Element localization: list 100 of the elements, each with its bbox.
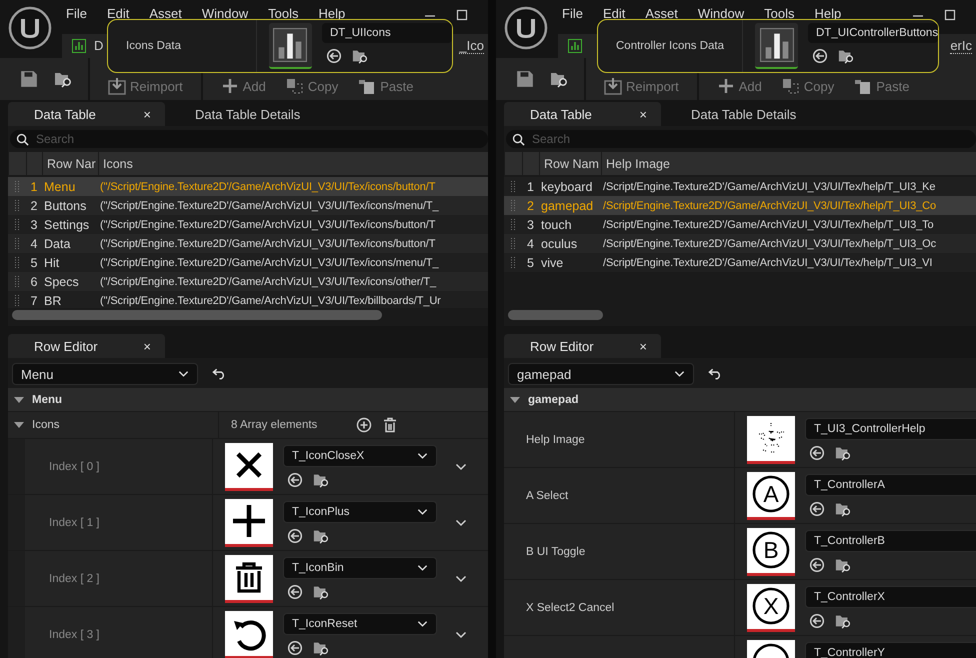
chevron-down-icon[interactable] — [455, 518, 467, 526]
folder-search-icon[interactable] — [352, 48, 368, 64]
table-row[interactable]: 2 Buttons ("/Script/Engine.Texture2D'/Game/ArchVizUI_V3/UI/Tex/icons/menu/T_ — [8, 196, 488, 215]
table-row[interactable]: 1 keyboard /Script/Engine.Texture2D'/Game/ArchVizUI_V3/UI/Tex/help/T_UI3_Ke — [504, 177, 976, 196]
tab[interactable]: Row Editor × — [504, 334, 661, 358]
menu-item[interactable]: Asset — [149, 6, 182, 21]
chevron-down-icon[interactable] — [455, 574, 467, 582]
table-row[interactable]: 4 Data ("/Script/Engine.Texture2D'/Game/ArchVizUI_V3/UI/Tex/icons/button/T — [8, 234, 488, 253]
asset-dropdown[interactable]: T_IconBin — [283, 557, 437, 579]
save-icon[interactable] — [20, 70, 38, 88]
maximize-icon[interactable] — [944, 9, 956, 21]
folder-search-icon[interactable] — [313, 584, 329, 600]
folder-search-icon[interactable] — [54, 70, 72, 88]
row-dropdown[interactable]: gamepad — [508, 363, 694, 385]
folder-search-icon[interactable] — [835, 557, 851, 573]
tab[interactable]: Data Table Details — [169, 102, 326, 126]
table-row[interactable]: 2 gamepad /Script/Engine.Texture2D'/Game/ArchVizUI_V3/UI/Tex/help/T_UI3_Co — [504, 196, 976, 215]
asset-dropdown[interactable]: T_IconCloseX — [283, 445, 437, 467]
row-dropdown[interactable]: Menu — [12, 363, 198, 385]
asset-dropdown[interactable]: T_UI3_ControllerHelp — [805, 418, 976, 440]
asset-dropdown[interactable]: T_ControllerY — [805, 642, 976, 658]
texture-thumbnail[interactable] — [225, 554, 273, 602]
column-header[interactable]: Row Nar — [42, 152, 98, 175]
asset-dropdown[interactable]: T_ControllerX — [805, 586, 976, 608]
menu-item[interactable]: Tools — [764, 6, 794, 21]
texture-thumbnail[interactable]: X — [747, 584, 795, 632]
arrow-left-circle-icon[interactable] — [287, 584, 303, 600]
table-row[interactable]: 4 oculus /Script/Engine.Texture2D'/Game/ArchVizUI_V3/UI/Tex/help/T_UI3_Oc — [504, 234, 976, 253]
tab[interactable]: Data Table × — [8, 102, 165, 126]
table-row[interactable]: 1 Menu ("/Script/Engine.Texture2D'/Game/ArchVizUI_V3/UI/Tex/icons/button/T — [8, 177, 488, 196]
asset-dropdown[interactable]: T_IconReset — [283, 613, 437, 635]
texture-thumbnail[interactable] — [225, 442, 273, 490]
tab[interactable]: Data Table Details — [665, 102, 822, 126]
menu-item[interactable]: Window — [698, 6, 744, 21]
texture-thumbnail[interactable] — [225, 610, 273, 658]
drag-handle-icon[interactable] — [510, 180, 516, 194]
asset-dropdown[interactable]: T_IconPlus — [283, 501, 437, 523]
column-header[interactable]: Row Nam — [539, 152, 601, 175]
drag-handle-icon[interactable] — [510, 236, 516, 250]
folder-search-icon[interactable] — [550, 70, 568, 88]
arrow-left-circle-icon[interactable] — [287, 472, 303, 488]
section-header[interactable]: gamepad — [504, 388, 976, 412]
arrow-left-circle-icon[interactable] — [809, 557, 825, 573]
column-header[interactable]: Help Image — [601, 152, 976, 175]
table-row[interactable]: 6 Specs ("/Script/Engine.Texture2D'/Game/ArchVizUI_V3/UI/Tex/icons/other/T_ — [8, 272, 488, 291]
menu-item[interactable]: File — [562, 6, 583, 21]
table-row[interactable]: 5 vive /Script/Engine.Texture2D'/Game/ArchVizUI_V3/UI/Tex/help/T_UI3_VI — [504, 253, 976, 272]
drag-handle-icon[interactable] — [510, 256, 516, 270]
menu-item[interactable]: Tools — [268, 6, 298, 21]
folder-search-icon[interactable] — [313, 472, 329, 488]
drag-handle-icon[interactable] — [14, 274, 20, 288]
scrollbar-thumb[interactable] — [12, 310, 382, 320]
drag-handle-icon[interactable] — [510, 198, 516, 212]
folder-search-icon[interactable] — [838, 48, 854, 64]
undo-icon[interactable] — [212, 368, 227, 380]
tab[interactable]: Row Editor × — [8, 334, 165, 358]
arrow-left-circle-icon[interactable] — [809, 501, 825, 517]
folder-search-icon[interactable] — [835, 613, 851, 629]
menu-item[interactable]: Edit — [106, 6, 130, 21]
asset-dropdown[interactable]: T_ControllerB — [805, 530, 976, 552]
folder-search-icon[interactable] — [313, 528, 329, 544]
menu-item[interactable]: Window — [202, 6, 248, 21]
expand-arrow-icon[interactable] — [14, 421, 24, 429]
texture-thumbnail[interactable]: B — [747, 528, 795, 576]
add-circle-icon[interactable] — [356, 417, 372, 433]
arrow-left-circle-icon[interactable] — [287, 640, 303, 656]
menu-item[interactable]: Help — [814, 6, 842, 21]
asset-dropdown[interactable]: T_ControllerA — [805, 474, 976, 496]
menu-item[interactable]: File — [66, 6, 87, 21]
folder-search-icon[interactable] — [313, 640, 329, 656]
table-row[interactable]: 3 touch /Script/Engine.Texture2D'/Game/ArchVizUI_V3/UI/Tex/help/T_UI3_To — [504, 215, 976, 234]
drag-handle-icon[interactable] — [14, 218, 20, 232]
menu-item[interactable]: Asset — [645, 6, 678, 21]
menu-item[interactable]: Edit — [602, 6, 626, 21]
drag-handle-icon[interactable] — [14, 294, 20, 308]
save-icon[interactable] — [516, 70, 534, 88]
arrow-left-circle-icon[interactable] — [809, 613, 825, 629]
maximize-icon[interactable] — [456, 9, 468, 21]
texture-thumbnail[interactable] — [225, 498, 273, 546]
table-row[interactable]: 7 BR ("/Script/Engine.Texture2D'/Game/ArchVizUI_V3/UI/Tex/billboards/T_Ur — [8, 291, 488, 308]
chevron-down-icon[interactable] — [455, 462, 467, 470]
drag-handle-icon[interactable] — [14, 236, 20, 250]
tab[interactable]: Data Table × — [504, 102, 661, 126]
search-field[interactable]: Search — [10, 130, 488, 148]
arrow-left-circle-icon[interactable] — [809, 445, 825, 461]
arrow-left-circle-icon[interactable] — [812, 48, 828, 64]
texture-thumbnail[interactable] — [747, 416, 795, 464]
drag-handle-icon[interactable] — [14, 198, 20, 212]
texture-thumbnail[interactable]: A — [747, 472, 795, 520]
drag-handle-icon[interactable] — [14, 256, 20, 270]
drag-handle-icon[interactable] — [14, 180, 20, 194]
table-row[interactable]: 3 Settings ("/Script/Engine.Texture2D'/Game/ArchVizUI_V3/UI/Tex/icons/button/T — [8, 215, 488, 234]
arrow-left-circle-icon[interactable] — [287, 528, 303, 544]
arrow-left-circle-icon[interactable] — [326, 48, 342, 64]
folder-search-icon[interactable] — [835, 445, 851, 461]
section-header[interactable]: Menu — [8, 388, 488, 412]
scrollbar-thumb[interactable] — [508, 310, 603, 320]
chevron-down-icon[interactable] — [455, 630, 467, 638]
search-field[interactable]: Search — [506, 130, 976, 148]
undo-icon[interactable] — [708, 368, 723, 380]
